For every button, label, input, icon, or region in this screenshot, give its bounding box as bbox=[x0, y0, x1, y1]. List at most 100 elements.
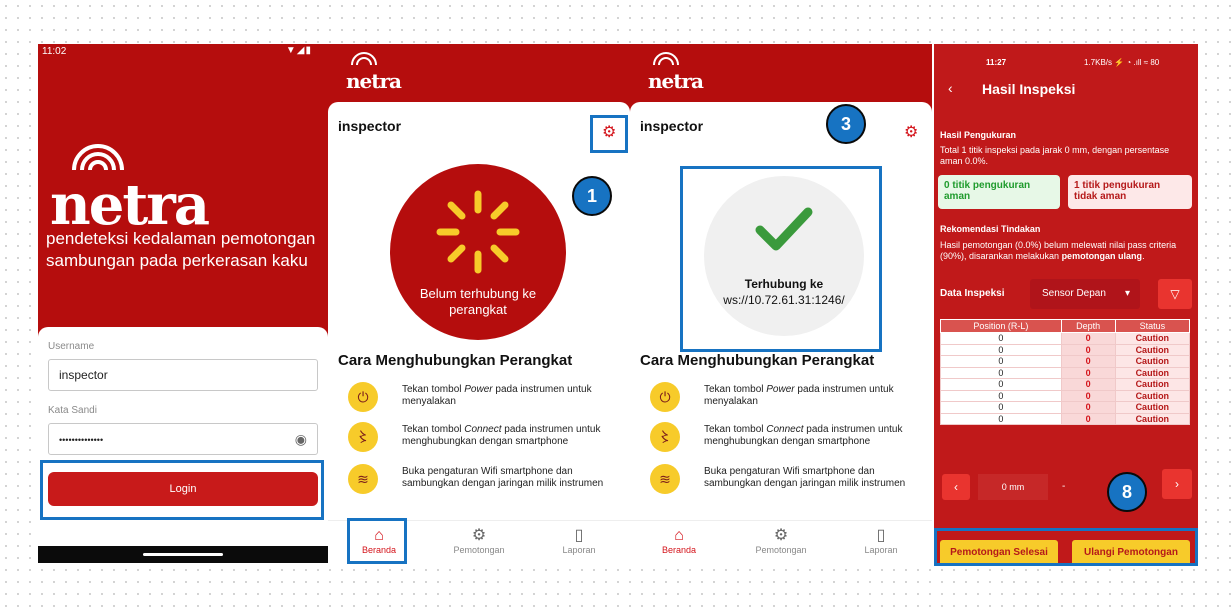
step-badge-3: 3 bbox=[826, 104, 866, 144]
prev-page-button[interactable]: ‹ bbox=[942, 474, 970, 500]
password-input[interactable]: •••••••••••••• ◉ bbox=[48, 423, 318, 455]
column-header: Position (R-L) bbox=[940, 319, 1062, 333]
position-cell: 0 bbox=[940, 412, 1062, 425]
connected-annotation-box bbox=[680, 166, 882, 352]
nav-home[interactable]: ⌂ Beranda bbox=[644, 527, 714, 555]
depth-cell: 0 bbox=[1060, 355, 1116, 368]
gear-icon: ⚙ bbox=[773, 527, 789, 544]
depth-cell: 0 bbox=[1060, 378, 1116, 391]
netra-logo: netra bbox=[346, 50, 402, 91]
step-power: ⏻ Tekan tombol Power pada instrumen untu… bbox=[348, 382, 628, 416]
username-input[interactable]: inspector bbox=[48, 359, 318, 391]
signal-arc-icon bbox=[351, 52, 377, 66]
username-label: Username bbox=[48, 341, 95, 352]
unsafe-count-box: 1 titik pengukuran tidak aman bbox=[1068, 175, 1192, 209]
settings-annotation-box bbox=[590, 115, 628, 153]
inspection-table: Position (R-L) Depth Status 0 0 Caution 0 0 C… bbox=[940, 319, 1191, 425]
signal-arc-icon bbox=[72, 144, 124, 171]
connection-status-text: Belum terhubung ke perangkat bbox=[419, 286, 537, 317]
depth-cell: 0 bbox=[1060, 412, 1116, 425]
password-value: •••••••••••••• bbox=[59, 435, 104, 445]
position-cell: 0 bbox=[940, 378, 1062, 391]
position-separator: - bbox=[1062, 481, 1066, 492]
cast-icon: 〻 bbox=[650, 422, 680, 452]
status-time: 11:02 bbox=[42, 46, 67, 57]
home-tab-annotation-box bbox=[347, 518, 407, 564]
nav-cutting[interactable]: ⚙ Pemotongan bbox=[444, 527, 514, 555]
position-cell: 0 bbox=[940, 355, 1062, 368]
nav-report[interactable]: ▯ Laporan bbox=[544, 527, 614, 555]
sensor-select[interactable]: Sensor Depan ▾ bbox=[1030, 279, 1140, 309]
position-field[interactable]: 0 mm bbox=[978, 474, 1048, 500]
connection-status-circle[interactable]: Belum terhubung ke perangkat bbox=[390, 164, 566, 340]
home-gesture-pill[interactable] bbox=[143, 553, 223, 556]
table-row: 0 0 Caution bbox=[940, 389, 1191, 402]
back-arrow-icon[interactable]: ‹ bbox=[948, 80, 953, 96]
gear-icon[interactable]: ⚙ bbox=[904, 122, 918, 142]
step-power: ⏻ Tekan tombol Power pada instrumen untu… bbox=[650, 382, 930, 416]
step-connect: 〻 Tekan tombol Connect pada instrumen un… bbox=[650, 422, 930, 456]
login-form: Username inspector Kata Sandi ••••••••••… bbox=[38, 327, 328, 563]
wifi-icon: ≋ bbox=[348, 464, 378, 494]
actions-annotation-box bbox=[934, 528, 1198, 566]
depth-cell: 0 bbox=[1060, 332, 1116, 345]
step-text: Tekan tombol Connect pada instrumen untu… bbox=[402, 424, 601, 447]
status-time: 11:27 bbox=[986, 58, 1007, 67]
recommendation-text: Hasil pemotongan (0.0%) belum melewati n… bbox=[940, 240, 1177, 261]
status-cell: Caution bbox=[1114, 378, 1191, 391]
filter-icon[interactable]: ▽ bbox=[1158, 279, 1192, 309]
status-cell: Caution bbox=[1114, 332, 1191, 345]
bottom-nav: ⌂ Beranda ⚙ Pemotongan ▯ Laporan bbox=[630, 520, 932, 563]
step-text: Buka pengaturan Wifi smartphone dan samb… bbox=[402, 466, 604, 489]
position-cell: 0 bbox=[940, 401, 1062, 414]
nav-cutting[interactable]: ⚙ Pemotongan bbox=[746, 527, 816, 555]
login-annotation-box bbox=[40, 460, 324, 520]
position-cell: 0 bbox=[940, 389, 1062, 402]
safe-count-box: 0 titik pengukuran aman bbox=[938, 175, 1060, 209]
instructions-heading: Cara Menghubungkan Perangkat bbox=[640, 352, 875, 369]
status-cell: Caution bbox=[1114, 389, 1191, 402]
depth-cell: 0 bbox=[1060, 401, 1116, 414]
step-text: Tekan tombol Power pada instrumen untuk … bbox=[704, 384, 894, 407]
recommendation-heading: Rekomendasi Tindakan bbox=[940, 224, 1041, 234]
system-nav-bar bbox=[38, 546, 328, 563]
table-row: 0 0 Caution bbox=[940, 355, 1191, 368]
nav-report[interactable]: ▯ Laporan bbox=[846, 527, 916, 555]
page-title: Hasil Inspeksi bbox=[982, 81, 1076, 97]
netra-logo: netra bbox=[648, 50, 704, 93]
status-icons: ▼◢▮ bbox=[285, 45, 312, 56]
depth-cell: 0 bbox=[1060, 343, 1116, 356]
depth-cell: 0 bbox=[1060, 366, 1116, 379]
step-badge-1: 1 bbox=[572, 176, 612, 216]
measure-heading: Hasil Pengukuran bbox=[940, 130, 1017, 140]
instructions-heading: Cara Menghubungkan Perangkat bbox=[338, 352, 573, 369]
table-row: 0 0 Caution bbox=[940, 412, 1191, 425]
status-cell: Caution bbox=[1114, 355, 1191, 368]
measure-summary: Total 1 titik inspeksi pada jarak 0 mm, … bbox=[940, 145, 1170, 166]
step-text: Buka pengaturan Wifi smartphone dan samb… bbox=[704, 466, 906, 489]
app-header: ‹ Hasil Inspeksi bbox=[934, 76, 1198, 102]
username-title: inspector bbox=[640, 118, 704, 134]
next-page-button[interactable]: › bbox=[1162, 469, 1192, 499]
logo-text: netra bbox=[50, 172, 210, 238]
home-screen-disconnected: netra inspector ⚙ Belum terhubung ke per… bbox=[328, 44, 630, 563]
eye-icon[interactable]: ◉ bbox=[295, 431, 307, 448]
clipboard-icon: ▯ bbox=[876, 527, 886, 544]
inspection-result-screen: 11:27 1.7KB/s ⚡ ◔ .ıll ≈ 80 ‹ Hasil Insp… bbox=[934, 44, 1198, 563]
status-cell: Caution bbox=[1114, 343, 1191, 356]
caret-down-icon: ▾ bbox=[1124, 288, 1130, 299]
status-cell: Caution bbox=[1114, 366, 1191, 379]
step-connect: 〻 Tekan tombol Connect pada instrumen un… bbox=[348, 422, 628, 456]
tagline: pendeteksi kedalaman pemotongan sambunga… bbox=[46, 229, 316, 270]
power-icon: ⏻ bbox=[348, 382, 378, 412]
step-text: Tekan tombol Power pada instrumen untuk … bbox=[402, 384, 592, 407]
signal-arc-icon bbox=[653, 52, 679, 66]
power-icon: ⏻ bbox=[650, 382, 680, 412]
step-wifi: ≋ Buka pengaturan Wifi smartphone dan sa… bbox=[650, 464, 930, 498]
home-icon: ⌂ bbox=[674, 527, 684, 544]
table-row: 0 0 Caution bbox=[940, 343, 1191, 356]
logo-text: netra bbox=[648, 69, 704, 93]
column-header: Status bbox=[1114, 319, 1191, 333]
table-row: 0 0 Caution bbox=[940, 332, 1191, 345]
wifi-icon: ≋ bbox=[650, 464, 680, 494]
